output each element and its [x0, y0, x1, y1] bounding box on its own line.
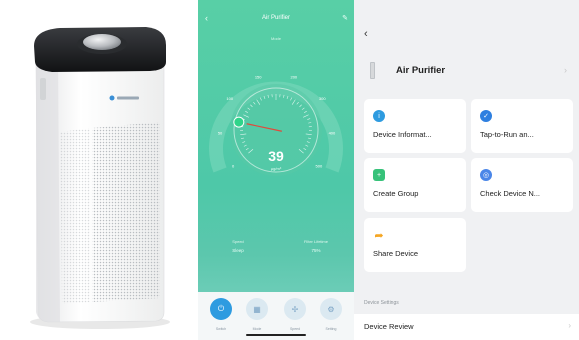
device-name: Air Purifier: [396, 65, 446, 76]
stat-speed-value: Sleep: [232, 248, 244, 253]
tab-speed-label: Speed: [289, 327, 301, 331]
stat-filter-value: 75%: [311, 248, 321, 253]
home-indicator: [246, 334, 306, 336]
tab-setting[interactable]: ⚙ Setting: [316, 298, 346, 338]
tab-mode[interactable]: ▦ Mode: [242, 298, 272, 338]
air-quality-value: 39: [268, 148, 284, 164]
card-label: Share Device: [373, 249, 419, 258]
card-share-device[interactable]: ➦ Share Device: [364, 218, 466, 272]
card-label: Check Device N...: [480, 189, 541, 198]
check-badge-icon: ✓: [480, 110, 492, 122]
tab-setting-label: Setting: [325, 327, 337, 331]
card-tap-to-run[interactable]: ✓ Tap-to-Run an...: [471, 99, 573, 153]
chevron-right-icon: ›: [564, 65, 567, 75]
share-arrow-icon: ➦: [374, 229, 384, 242]
tab-switch[interactable]: ⏻ Switch: [206, 298, 236, 338]
air-purifier-icon: [370, 62, 375, 79]
card-label: Tap-to-Run an...: [480, 130, 534, 139]
bottom-tab-bar: ⏻ Switch ▦ Mode ✢ Speed ⚙ Setting: [198, 292, 354, 340]
device-header[interactable]: Air Purifier ›: [364, 56, 573, 84]
stat-filter-label: Filter Lifetime: [303, 239, 328, 244]
gear-icon: ⚙: [320, 298, 342, 320]
grid-icon: ▦: [246, 298, 268, 320]
device-settings-screen: ‹ Air Purifier › i Device Informat... ✓ …: [354, 0, 579, 340]
gauge-scale-label: 150: [255, 74, 262, 79]
gauge-scale-label: 400: [329, 130, 336, 135]
gauge-scale-label: 300: [319, 96, 326, 101]
tab-switch-label: Switch: [215, 327, 227, 331]
tab-speed[interactable]: ✢ Speed: [280, 298, 310, 338]
card-check-device-network[interactable]: ◎ Check Device N...: [471, 158, 573, 212]
group-add-icon: +: [373, 169, 385, 181]
device-review-row[interactable]: Device Review ›: [354, 314, 579, 340]
chevron-left-icon[interactable]: ‹: [364, 28, 368, 40]
gauge-indicator-dot: [233, 116, 245, 128]
section-title: Device Settings: [364, 300, 399, 306]
card-create-group[interactable]: + Create Group: [364, 158, 466, 212]
air-purifier-image: [30, 27, 170, 329]
network-check-icon: ◎: [480, 169, 492, 181]
gauge-scale-label: 200: [290, 74, 297, 79]
tab-mode-label: Mode: [252, 327, 262, 331]
stat-filter: Filter Lifetime 75%: [290, 237, 342, 255]
card-label: Create Group: [373, 189, 419, 198]
air-quality-unit: μg/m³: [270, 166, 282, 171]
gauge-scale-label: 100: [226, 96, 233, 101]
stat-speed: Speed Sleep: [212, 237, 264, 255]
fan-icon: ✢: [284, 298, 306, 320]
card-label: Device Informat...: [373, 130, 432, 139]
app-main-screen: ‹ Air Purifier ✎ Mode 0 50 100 150 200 300 400…: [198, 0, 354, 340]
info-icon: i: [373, 110, 385, 122]
stat-speed-label: Speed: [232, 239, 244, 244]
power-icon: ⏻: [210, 298, 232, 320]
gauge-scale-label: 50: [218, 130, 223, 135]
chevron-right-icon: ›: [568, 321, 571, 330]
card-device-information[interactable]: i Device Informat...: [364, 99, 466, 153]
product-photo: [0, 0, 198, 340]
row-label: Device Review: [364, 322, 414, 331]
